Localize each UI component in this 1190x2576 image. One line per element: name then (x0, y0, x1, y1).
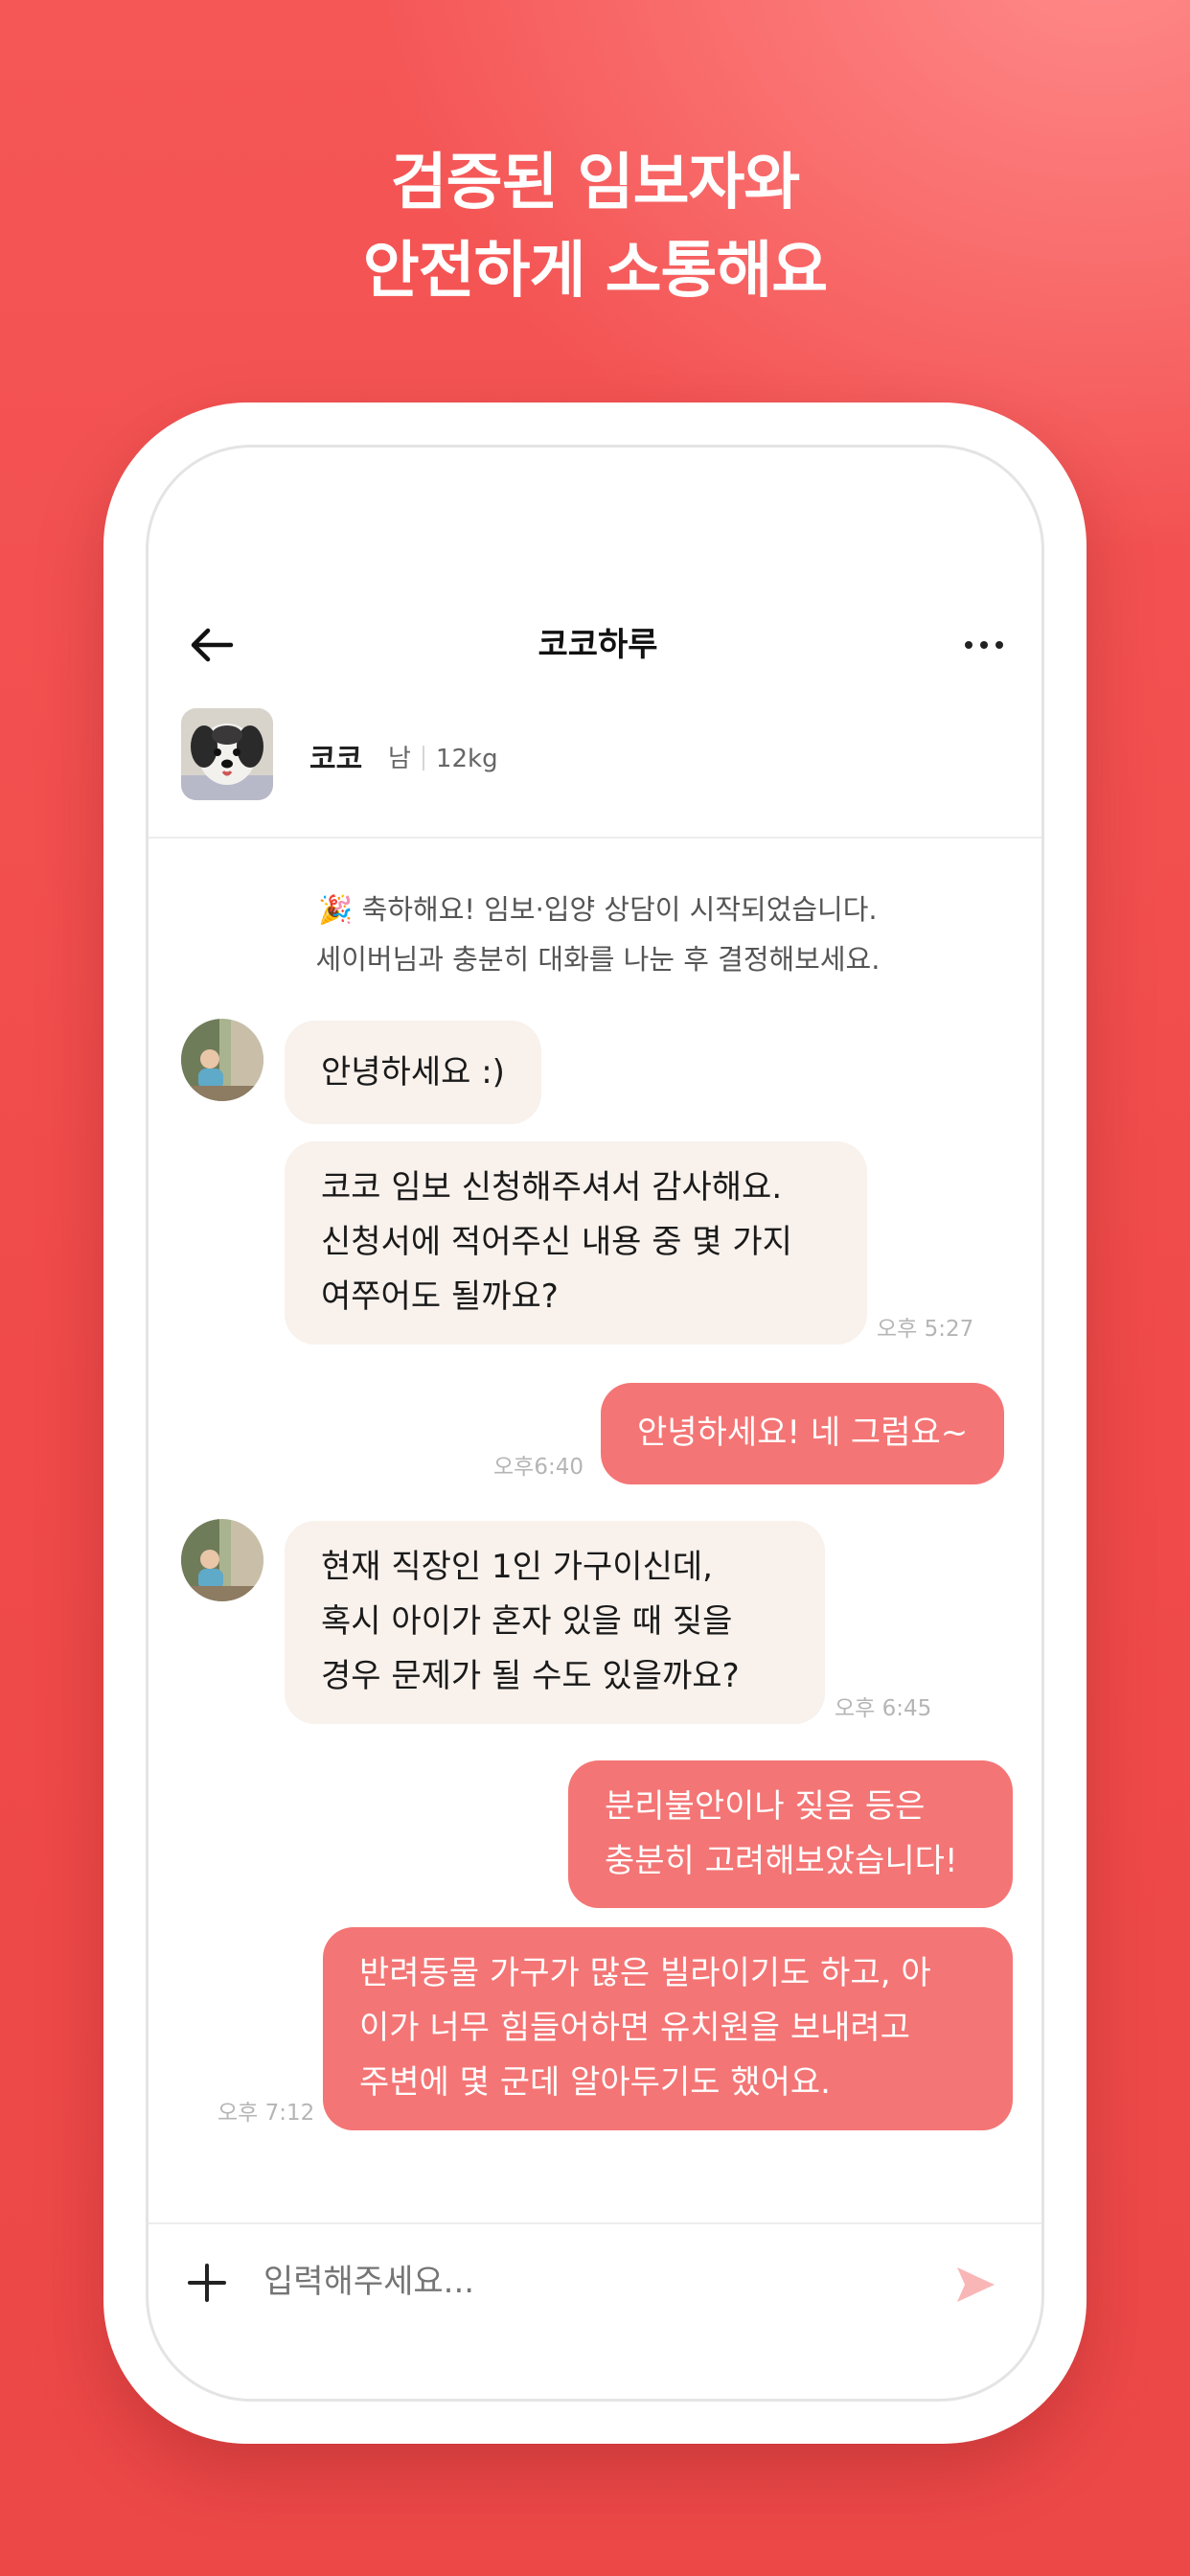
plus-icon (188, 2264, 226, 2302)
message-line: 이가 너무 힘들어하면 유치원을 보내려고 (359, 2009, 910, 2047)
message-line: 신청서에 적어주신 내용 중 몇 가지 (321, 1223, 792, 1261)
pet-info-bar[interactable]: 코코 남 12kg (149, 704, 1041, 839)
notice-line-2: 세이버님과 충분히 대화를 나눈 후 결정해보세요. (315, 943, 881, 976)
message-input[interactable] (263, 2253, 915, 2311)
message-bubble-outgoing[interactable]: 분리불안이나 짖음 등은 충분히 고려해보았습니다! (568, 1760, 1013, 1908)
message-line: 주변에 몇 군데 알아두기도 했어요. (359, 2063, 831, 2102)
message-line: 충분히 고려해보았습니다! (605, 1842, 958, 1880)
message-bubble-outgoing[interactable]: 반려동물 가구가 많은 빌라이기도 하고, 아 이가 너무 힘들어하면 유치원을… (323, 1927, 1013, 2130)
message-line: 반려동물 가구가 많은 빌라이기도 하고, 아 (359, 1954, 931, 1992)
message-bubble-incoming[interactable]: 코코 임보 신청해주셔서 감사해요. 신청서에 적어주신 내용 중 몇 가지 여… (285, 1141, 867, 1345)
message-input-bar (149, 2222, 1041, 2337)
message-time: 오후 6:45 (835, 1696, 932, 1721)
message-line: 혹시 아이가 혼자 있을 때 짖을 (321, 1602, 733, 1641)
pet-sex: 남 (388, 745, 411, 773)
pet-weight: 12kg (435, 745, 498, 773)
system-notice: 🎉 축하해요! 임보·입양 상담이 시작되었습니다. 세이버님과 충분히 대화를… (149, 885, 1041, 984)
phone-frame: 코코하루 코코 남 12kg 🎉 축하해요! 임보·입양 상담이 시작되었습니다… (103, 402, 1087, 2444)
message-time: 오후 7:12 (217, 2101, 315, 2126)
message-line: 안녕하세요 :) (321, 1053, 505, 1092)
phone-screen: 코코하루 코코 남 12kg 🎉 축하해요! 임보·입양 상담이 시작되었습니다… (146, 445, 1044, 2402)
meta-divider (422, 746, 424, 770)
headline-line-1: 검증된 임보자와 (390, 148, 800, 218)
message-line: 코코 임보 신청해주셔서 감사해요. (321, 1168, 783, 1207)
headline: 검증된 임보자와 안전하게 소통해요 (0, 139, 1190, 315)
message-bubble-outgoing[interactable]: 안녕하세요! 네 그럼요~ (601, 1383, 1005, 1484)
attach-button[interactable] (183, 2259, 231, 2307)
message-line: 여쭈어도 될까요? (321, 1277, 559, 1316)
avatar[interactable] (181, 1019, 263, 1101)
pet-photo (181, 708, 273, 800)
avatar[interactable] (181, 1519, 263, 1601)
send-icon (957, 2267, 995, 2302)
message-bubble-incoming[interactable]: 안녕하세요 :) (285, 1021, 541, 1124)
chat-title: 코코하루 (538, 626, 658, 664)
message-line: 경우 문제가 될 수도 있을까요? (321, 1657, 740, 1695)
headline-line-2: 안전하게 소통해요 (362, 236, 828, 307)
message-bubble-incoming[interactable]: 현재 직장인 1인 가구이신데, 혹시 아이가 혼자 있을 때 짖을 경우 문제… (285, 1521, 825, 1724)
chat-header: 코코하루 (149, 591, 1041, 697)
message-line: 현재 직장인 1인 가구이신데, (321, 1548, 713, 1586)
notice-line-1: 🎉 축하해요! 임보·입양 상담이 시작되었습니다. (318, 893, 878, 926)
pet-name: 코코 (309, 743, 363, 776)
message-time: 오후 5:27 (877, 1317, 974, 1342)
more-button[interactable] (955, 616, 1013, 674)
pet-meta: 남 12kg (388, 739, 498, 774)
more-horizontal-icon (965, 641, 1003, 649)
send-button[interactable] (951, 2261, 999, 2309)
message-time: 오후6:40 (493, 1455, 584, 1480)
message-line: 분리불안이나 짖음 등은 (605, 1787, 926, 1826)
message-line: 안녕하세요! 네 그럼요~ (637, 1414, 969, 1452)
